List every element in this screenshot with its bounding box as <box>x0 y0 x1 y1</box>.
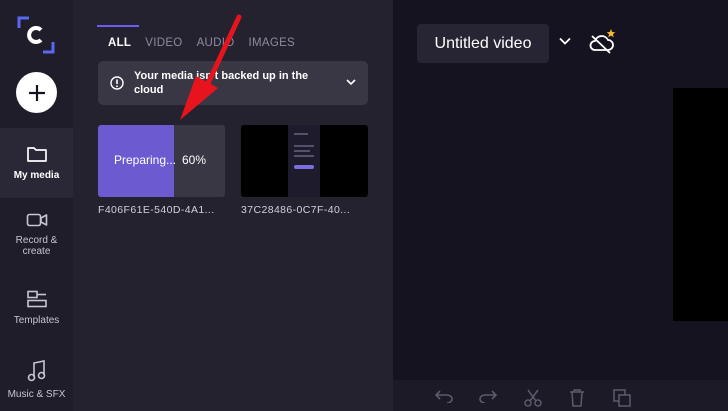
media-tabs: ALL VIDEO AUDIO IMAGES <box>108 37 309 53</box>
video-title-button[interactable]: Untitled video <box>417 24 549 63</box>
media-item-video[interactable] <box>241 125 368 197</box>
media-item-filename: F406F61E-540D-4A1... <box>98 204 215 216</box>
split-scissors-icon[interactable] <box>524 389 542 407</box>
video-thumbnail <box>288 125 320 197</box>
folder-icon <box>26 147 47 162</box>
timeline-toolbar <box>393 380 728 411</box>
left-rail: My media Record & create Templates Music… <box>0 0 73 411</box>
media-item-uploading[interactable]: Preparing... 60% <box>98 125 225 197</box>
sidebar-item-label: My media <box>13 170 60 181</box>
duplicate-icon[interactable] <box>613 389 631 407</box>
info-icon <box>110 76 124 90</box>
chevron-down-icon[interactable] <box>559 37 571 45</box>
redo-icon[interactable] <box>479 389 497 403</box>
chevron-down-icon[interactable] <box>346 78 356 86</box>
tab-all[interactable]: ALL <box>108 37 131 53</box>
upload-status: Preparing... <box>114 153 177 167</box>
templates-icon <box>26 290 47 308</box>
banner-message: Your media isn't backed up in the cloud <box>134 70 309 96</box>
undo-icon[interactable] <box>435 389 453 403</box>
sidebar-item-label: Templates <box>13 315 60 326</box>
camera-icon <box>26 213 47 227</box>
music-icon <box>27 360 45 382</box>
sidebar-item-label: Record & create <box>15 235 58 257</box>
upload-percent: 60% <box>182 153 207 167</box>
media-panel: ALL VIDEO AUDIO IMAGES Your media isn't … <box>73 0 393 411</box>
add-media-button[interactable] <box>16 72 57 113</box>
tab-video[interactable]: VIDEO <box>145 37 182 53</box>
clipchamp-logo[interactable] <box>17 16 55 54</box>
backup-warning-banner[interactable]: Your media isn't backed up in the cloud <box>98 61 368 105</box>
delete-icon[interactable] <box>569 389 585 407</box>
sidebar-item-my-media[interactable]: My media <box>0 128 73 198</box>
sidebar-item-record-create[interactable]: Record & create <box>0 212 73 268</box>
tab-active-indicator <box>97 25 139 27</box>
sidebar-item-music-sfx[interactable]: Music & SFX <box>0 360 73 404</box>
video-preview <box>673 88 728 321</box>
tab-audio[interactable]: AUDIO <box>197 37 235 53</box>
tab-images[interactable]: IMAGES <box>248 37 295 53</box>
sidebar-item-label: Music & SFX <box>7 389 66 400</box>
editor-area: Untitled video <box>393 0 728 411</box>
media-item-filename: 37C28486-0C7F-40... <box>241 204 351 216</box>
plus-icon <box>28 84 45 101</box>
sidebar-item-templates[interactable]: Templates <box>0 290 73 334</box>
cloud-off-icon[interactable] <box>589 28 617 54</box>
